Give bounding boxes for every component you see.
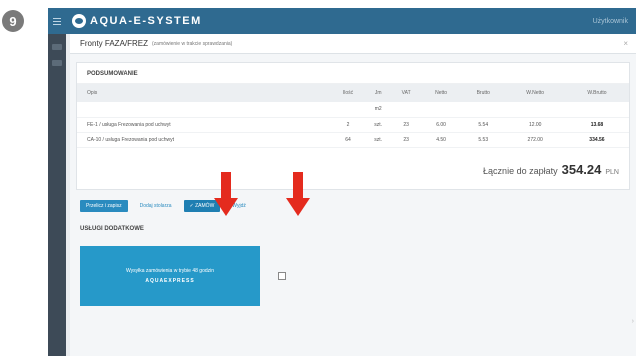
cell-brutto: 5.54 (461, 117, 506, 133)
page-subtitle: (zamówienie w trakcie sprawdzania) (152, 40, 233, 47)
sidebar-item[interactable] (52, 60, 62, 66)
column-header: Opis (77, 84, 331, 102)
main-content: Fronty FAZA/FREZ (zamówienie w trakcie s… (70, 34, 636, 356)
column-header: W.Brutto (564, 84, 629, 102)
cell-w-netto: 272.00 (505, 132, 565, 148)
summary-title: PODSUMOWANIE (77, 63, 629, 84)
unit-cell: m2 (365, 102, 392, 118)
action-buttons: Przelicz i zapisz Dodaj stolarza ✓ ZAMÓW… (70, 190, 636, 212)
menu-icon[interactable] (48, 8, 66, 34)
summary-panel: PODSUMOWANIE Opis Ilość Jm VAT Netto Bru… (76, 62, 630, 190)
table-header-row: Opis Ilość Jm VAT Netto Brutto W.Netto W… (77, 84, 629, 102)
cell-jm: szt. (365, 117, 392, 133)
page-title: Fronty FAZA/FREZ (80, 39, 149, 48)
top-bar: AQUA-E-SYSTEM Użytkownik (48, 8, 636, 34)
cell-w-brutto: 334.56 (564, 132, 629, 148)
column-header: Ilość (330, 84, 366, 102)
cell-jm: szt. (365, 132, 392, 148)
add-carpenter-button[interactable]: Dodaj stolarza (134, 200, 178, 212)
express-shipping-card[interactable]: Wysyłka zamówienia w trybie 48 godzin AQ… (80, 245, 260, 306)
column-header: Brutto (461, 84, 506, 102)
sidebar (48, 34, 66, 356)
column-header: Jm (365, 84, 392, 102)
additional-services-title: USŁUGI DODATKOWE (80, 225, 144, 232)
total-currency: PLN (605, 168, 619, 176)
cell-brutto: 5.53 (461, 132, 506, 148)
arrow-down-icon (214, 172, 238, 218)
recalculate-save-button[interactable]: Przelicz i zapisz (80, 199, 128, 212)
arrow-down-icon (286, 172, 310, 218)
total-label: Łącznie do zapłaty (483, 165, 558, 176)
cell-vat: 23 (391, 132, 422, 148)
cell-ilosc: 64 (330, 132, 366, 148)
cell-opis: FE-1 / usługa Frezowania pod uchwyt (77, 117, 331, 133)
w-brutto-value: 13.68 (590, 121, 604, 128)
sidebar-item[interactable] (52, 44, 62, 50)
scroll-indicator[interactable]: › (632, 318, 634, 325)
cell-netto: 6.00 (421, 117, 461, 133)
express-shipping-checkbox[interactable] (278, 271, 286, 280)
cell-netto: 4.50 (421, 132, 461, 148)
cell-w-netto: 12.00 (505, 117, 565, 133)
column-header: VAT (391, 84, 422, 102)
cell-ilosc: 2 (330, 117, 366, 133)
cell-opis: CA-10 / usługa Frezowania pod uchwyt (77, 132, 331, 148)
column-header: Netto (421, 84, 461, 102)
table-row: FE-1 / usługa Frezowania pod uchwyt 2 sz… (77, 117, 629, 133)
w-brutto-value: 334.56 (589, 136, 605, 143)
app-logo[interactable]: AQUA-E-SYSTEM (72, 14, 202, 28)
units-row: m2 (77, 102, 629, 118)
app-window: AQUA-E-SYSTEM Użytkownik Fronty FAZA/FRE… (48, 8, 636, 356)
close-icon[interactable]: × (623, 39, 628, 48)
logo-icon (72, 14, 86, 28)
service-row: Wysyłka zamówienia w trybie 48 godzin AQ… (70, 240, 636, 306)
summary-table: Opis Ilość Jm VAT Netto Brutto W.Netto W… (77, 84, 629, 148)
user-menu[interactable]: Użytkownik (593, 18, 628, 25)
step-number-badge: 9 (2, 10, 24, 32)
total-amount: 354.24 (561, 161, 602, 177)
page-header: Fronty FAZA/FREZ (zamówienie w trakcie s… (70, 34, 636, 54)
service-description: Wysyłka zamówienia w trybie 48 godzin (125, 267, 215, 274)
service-brand: AQUAEXPRESS (145, 277, 195, 284)
column-header: W.Netto (505, 84, 565, 102)
table-row: CA-10 / usługa Frezowania pod uchwyt 64 … (77, 132, 629, 148)
app-title: AQUA-E-SYSTEM (90, 15, 202, 27)
total-summary: Łącznie do zapłaty 354.24 PLN (77, 148, 629, 189)
cell-vat: 23 (391, 117, 422, 133)
cell-w-brutto: 13.68 (564, 117, 629, 133)
